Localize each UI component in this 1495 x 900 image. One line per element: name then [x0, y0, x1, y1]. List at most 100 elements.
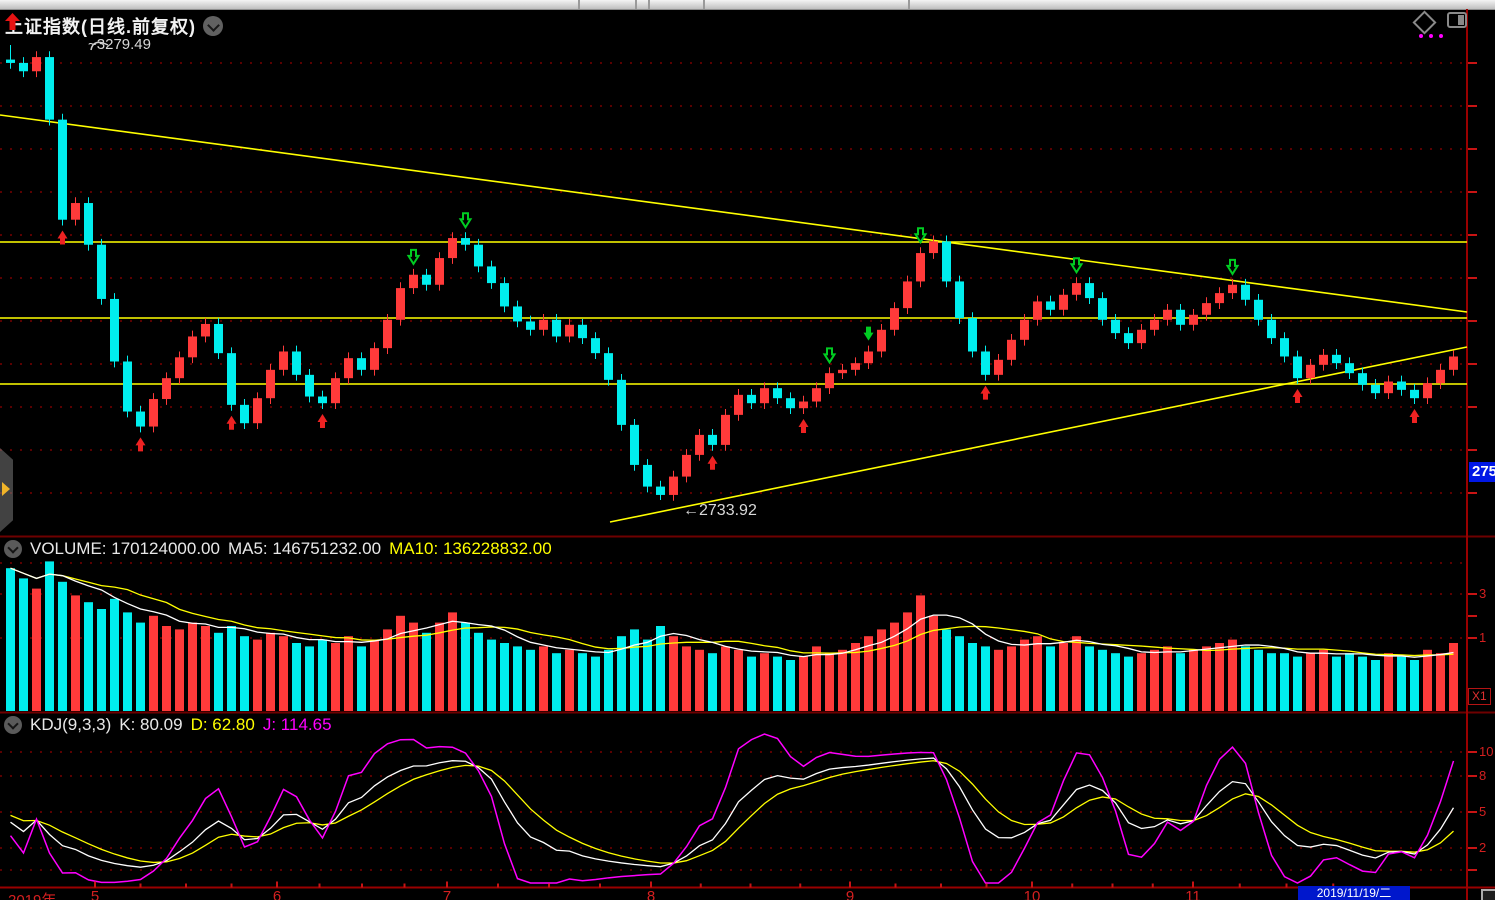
candle-up	[695, 435, 704, 455]
candle-up	[71, 203, 80, 220]
volume-bar	[396, 616, 405, 711]
volume-bar	[1423, 650, 1432, 711]
volume-multiplier-box: X1	[1468, 688, 1491, 705]
candle-up	[396, 288, 405, 320]
month-label: 11	[1185, 888, 1201, 900]
kdj-axis-label: 10	[1479, 744, 1493, 759]
candle-down	[786, 398, 795, 408]
candle-up	[1020, 320, 1029, 340]
cursor-date-box: 2019/11/19/二	[1298, 886, 1410, 900]
candle-down	[942, 241, 951, 281]
candle-down	[591, 338, 600, 353]
volume-bar	[305, 646, 314, 711]
candle-down	[513, 306, 522, 321]
magenta-dots-icon[interactable]	[1419, 34, 1443, 38]
volume-bar	[916, 595, 925, 711]
panel-layout-icon[interactable]	[1447, 12, 1467, 28]
candle-up	[331, 378, 340, 403]
candle-up	[435, 258, 444, 285]
volume-bar	[1319, 650, 1328, 711]
candle-down	[422, 275, 431, 285]
candle-down	[1280, 338, 1289, 356]
chevron-down-icon[interactable]	[203, 16, 223, 36]
candle-up	[1072, 283, 1081, 295]
volume-bar	[1163, 646, 1172, 711]
volume-bar	[240, 636, 249, 711]
volume-bar	[1254, 650, 1263, 711]
volume-bar	[84, 602, 93, 711]
month-label: 7	[443, 888, 451, 900]
marker-sell-hollow-arrow	[1228, 260, 1238, 274]
candle-up	[565, 325, 574, 337]
x-axis-year-label: 2019年	[8, 889, 56, 900]
marker-sell-hollow-arrow	[916, 228, 926, 242]
volume-ma10-line	[11, 568, 1454, 655]
candle-up	[1436, 370, 1445, 383]
month-label: 6	[273, 888, 281, 900]
kdj-pane-header: KDJ(9,3,3) K: 80.09 D: 62.80 J: 114.65	[4, 715, 332, 735]
candle-up	[175, 357, 184, 378]
candle-up	[877, 330, 886, 352]
collapse-kdj-icon[interactable]	[4, 716, 22, 734]
volume-value: VOLUME: 170124000.00	[30, 539, 220, 559]
chart-header: 上证指数(日线.前复权)	[5, 13, 223, 39]
candle-up	[929, 241, 938, 253]
volume-bar	[1124, 657, 1133, 711]
diamond-icon[interactable]	[1412, 10, 1436, 34]
volume-ma5: MA5: 146751232.00	[228, 539, 381, 559]
volume-bar	[1189, 650, 1198, 711]
corner-widget[interactable]	[1481, 889, 1495, 900]
volume-bar	[812, 646, 821, 711]
volume-bar	[526, 650, 535, 711]
volume-bar	[487, 640, 496, 711]
chart-canvas[interactable]: 567891011	[0, 0, 1495, 900]
candle-up	[669, 477, 678, 495]
volume-bar	[955, 636, 964, 711]
chart-title[interactable]: 上证指数(日线.前复权)	[5, 13, 196, 39]
marker-buy-arrow	[227, 416, 237, 430]
sidebar-expand-tab[interactable]	[0, 448, 13, 532]
volume-bar	[1033, 636, 1042, 711]
candle-up	[1215, 293, 1224, 303]
volume-bar	[279, 636, 288, 711]
volume-bar	[1358, 657, 1367, 711]
volume-bar	[656, 626, 665, 711]
candle-up	[344, 358, 353, 378]
marker-buy-arrow	[708, 456, 718, 470]
candle-up	[1423, 383, 1432, 398]
candle-down	[747, 395, 756, 403]
candle-down	[1371, 385, 1380, 393]
volume-bar	[45, 561, 54, 711]
candle-down	[1124, 333, 1133, 343]
candle-up	[1033, 301, 1042, 319]
volume-bar	[981, 646, 990, 711]
candle-up	[799, 402, 808, 409]
volume-bar	[968, 643, 977, 711]
volume-bar	[175, 629, 184, 711]
candle-up	[383, 320, 392, 348]
candle-up	[162, 378, 171, 399]
candle-down	[1358, 373, 1367, 385]
volume-bar	[539, 646, 548, 711]
volume-bar	[149, 616, 158, 711]
volume-bar	[162, 626, 171, 711]
collapse-volume-icon[interactable]	[4, 540, 22, 558]
candle-up	[760, 388, 769, 403]
marker-buy-arrow	[981, 386, 991, 400]
volume-bar	[630, 629, 639, 711]
candle-up	[370, 348, 379, 370]
candle-down	[1241, 285, 1250, 300]
candle-up	[1228, 285, 1237, 293]
kdj-axis-label: 5	[1479, 804, 1486, 819]
candle-up	[32, 57, 41, 71]
volume-bar	[370, 640, 379, 711]
candle-down	[214, 324, 223, 353]
volume-bar	[773, 657, 782, 711]
candle-down	[305, 375, 314, 397]
volume-ma5-line	[11, 568, 1454, 657]
volume-bar	[838, 650, 847, 711]
candle-up	[253, 398, 262, 423]
candle-up	[916, 253, 925, 281]
volume-bar	[721, 646, 730, 711]
volume-bar	[799, 657, 808, 711]
